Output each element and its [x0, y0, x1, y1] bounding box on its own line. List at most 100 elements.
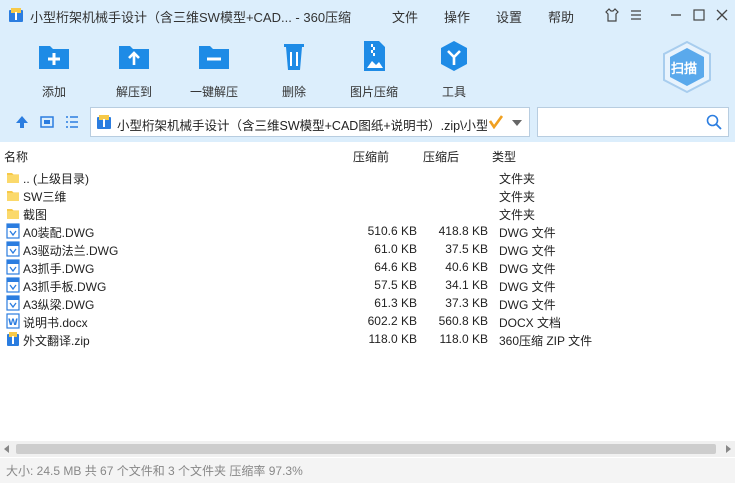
file-row[interactable]: A0装配.DWG 510.6 KB 418.8 KB DWG 文件 — [0, 222, 735, 240]
thumbnail-view-icon[interactable] — [38, 113, 56, 131]
file-name: 截图 — [23, 208, 48, 222]
file-size: 560.8 KB — [438, 314, 488, 328]
minimize-icon[interactable] — [665, 4, 687, 26]
dwg-icon — [6, 223, 20, 239]
file-type: DWG 文件 — [499, 226, 556, 240]
tools-button[interactable]: 工具 — [418, 36, 490, 99]
chevron-down-icon[interactable] — [511, 118, 523, 128]
scan-label: 扫描 — [671, 61, 698, 76]
file-size: 40.6 KB — [445, 260, 488, 274]
image-compress-button[interactable]: 图片压缩 — [338, 36, 410, 99]
menu-help[interactable]: 帮助 — [548, 7, 574, 26]
close-icon[interactable] — [711, 4, 733, 26]
scroll-left-icon[interactable] — [3, 445, 11, 453]
file-type: 360压缩 ZIP 文件 — [499, 334, 593, 348]
one-click-extract-icon — [199, 46, 229, 69]
file-name: SW三维 — [23, 190, 67, 204]
extract-icon — [119, 46, 149, 69]
file-type: 文件夹 — [499, 172, 536, 186]
file-row[interactable]: W 说明书.docx 602.2 KB 560.8 KB DOCX 文档 — [0, 312, 735, 330]
file-row[interactable]: .. (上级目录) 文件夹 — [0, 168, 735, 186]
file-name: A3抓手板.DWG — [23, 280, 107, 294]
add-button[interactable]: 添加 — [18, 36, 90, 99]
folder-icon — [7, 209, 19, 219]
search-icon[interactable] — [706, 114, 722, 130]
file-row[interactable]: A3纵梁.DWG 61.3 KB 37.3 KB DWG 文件 — [0, 294, 735, 312]
menu-settings[interactable]: 设置 — [496, 7, 522, 26]
file-row[interactable]: A3驱动法兰.DWG 61.0 KB 37.5 KB DWG 文件 — [0, 240, 735, 258]
maximize-icon[interactable] — [688, 4, 710, 26]
folder-icon — [7, 191, 19, 201]
menu-icon[interactable] — [625, 4, 647, 26]
checkmark-icon — [489, 115, 503, 129]
column-header: 名称 压缩前 压缩后 类型 — [0, 144, 735, 166]
folder-icon — [7, 173, 19, 183]
path-input[interactable]: 小型桁架机械手设计（含三维SW模型+CAD图纸+说明书）.zip\小型桁 — [90, 107, 530, 137]
menu-operation[interactable]: 操作 — [444, 7, 470, 26]
title-bar: 小型桁架机械手设计（含三维SW模型+CAD... - 360压缩 文件 操作 设… — [0, 0, 735, 30]
scan-button[interactable]: 扫描 — [660, 40, 714, 94]
file-size: 118.0 KB — [439, 332, 488, 346]
file-row[interactable]: 外文翻译.zip 118.0 KB 118.0 KB 360压缩 ZIP 文件 — [0, 330, 735, 348]
file-name: .. (上级目录) — [23, 172, 89, 186]
column-size[interactable]: 压缩后 — [423, 148, 459, 165]
window-title: 小型桁架机械手设计（含三维SW模型+CAD... - 360压缩 — [30, 10, 352, 25]
one-click-extract-label: 一键解压 — [189, 85, 238, 99]
add-icon — [39, 46, 69, 69]
delete-button[interactable]: 删除 — [258, 36, 330, 99]
file-row[interactable]: A3抓手.DWG 64.6 KB 40.6 KB DWG 文件 — [0, 258, 735, 276]
dwg-icon — [6, 277, 20, 293]
file-row[interactable]: A3抓手板.DWG 57.5 KB 34.1 KB DWG 文件 — [0, 276, 735, 294]
horizontal-scrollbar[interactable] — [0, 441, 735, 457]
dwg-icon — [6, 241, 20, 257]
column-type[interactable]: 类型 — [492, 148, 516, 165]
address-bar: 小型桁架机械手设计（含三维SW模型+CAD图纸+说明书）.zip\小型桁 — [0, 102, 735, 142]
list-view-icon[interactable] — [63, 113, 81, 131]
column-compressed[interactable]: 压缩前 — [353, 148, 389, 165]
delete-label: 删除 — [281, 85, 306, 99]
file-compressed: 510.6 KB — [367, 224, 417, 238]
zip-icon — [7, 332, 19, 346]
up-arrow-icon[interactable] — [13, 113, 31, 131]
file-list: .. (上级目录) 文件夹 SW三维 文件夹 截图 文件夹 A0装配.DWG 510.6 KB… — [0, 168, 735, 348]
file-type: 文件夹 — [499, 190, 536, 204]
status-bar: 大小: 24.5 MB 共 67 个文件和 3 个文件夹 压缩率 97.3% — [0, 458, 735, 483]
docx-icon: W — [6, 313, 20, 329]
file-name: A3抓手.DWG — [23, 262, 95, 276]
extract-to-label: 解压到 — [115, 85, 152, 99]
add-label: 添加 — [41, 85, 66, 99]
file-size: 37.5 KB — [445, 242, 488, 256]
file-size: 34.1 KB — [445, 278, 488, 292]
column-name[interactable]: 名称 — [4, 148, 28, 165]
skin-icon[interactable] — [601, 4, 623, 26]
file-compressed: 64.6 KB — [374, 260, 417, 274]
file-type: DWG 文件 — [499, 298, 556, 312]
file-row[interactable]: SW三维 文件夹 — [0, 186, 735, 204]
file-type: DWG 文件 — [499, 262, 556, 276]
app-icon — [9, 8, 23, 22]
file-name: 外文翻译.zip — [23, 334, 90, 348]
search-input[interactable] — [537, 107, 729, 137]
file-type: DWG 文件 — [499, 244, 556, 258]
path-text: 小型桁架机械手设计（含三维SW模型+CAD图纸+说明书）.zip\小型桁 — [117, 119, 487, 133]
tools-label: 工具 — [441, 85, 466, 99]
toolbar: 添加 解压到 一键解压 删除 图片压缩 工具 扫描 — [0, 30, 735, 102]
file-compressed: 57.5 KB — [374, 278, 417, 292]
file-type: DOCX 文档 — [499, 316, 562, 330]
file-row[interactable]: 截图 文件夹 — [0, 204, 735, 222]
svg-text:W: W — [8, 318, 18, 328]
file-name: 说明书.docx — [23, 316, 88, 330]
file-size: 37.3 KB — [445, 296, 488, 310]
dwg-icon — [6, 295, 20, 311]
scroll-right-icon[interactable] — [724, 445, 732, 453]
file-type: 文件夹 — [499, 208, 536, 222]
scrollbar-thumb[interactable] — [16, 444, 716, 454]
file-compressed: 61.0 KB — [374, 242, 417, 256]
menu-file[interactable]: 文件 — [392, 7, 418, 26]
file-compressed: 602.2 KB — [367, 314, 417, 328]
image-compress-label: 图片压缩 — [349, 85, 398, 99]
extract-to-button[interactable]: 解压到 — [98, 36, 170, 99]
tools-icon — [441, 41, 467, 71]
file-size: 418.8 KB — [438, 224, 488, 238]
one-click-extract-button[interactable]: 一键解压 — [178, 36, 250, 99]
